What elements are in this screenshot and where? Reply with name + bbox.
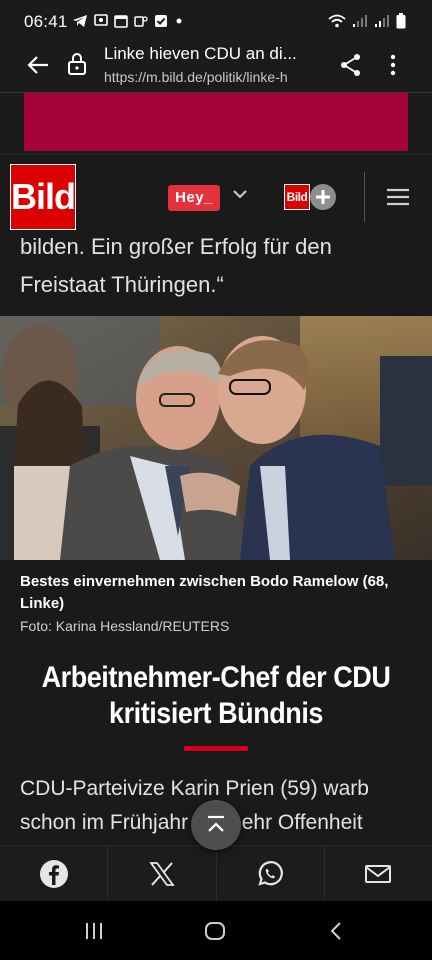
arrow-up-icon — [208, 815, 224, 832]
check-icon — [155, 15, 167, 27]
heading-underline — [184, 746, 248, 751]
signal-icon — [375, 15, 389, 27]
arrow-left-icon[interactable] — [26, 54, 50, 76]
whatsapp-icon — [258, 861, 284, 886]
screen-record-icon — [94, 14, 108, 26]
x-icon — [149, 862, 175, 886]
share-mail-button[interactable] — [325, 846, 432, 902]
page-title[interactable]: Linke hieven CDU an di... — [104, 44, 297, 64]
home-icon[interactable] — [204, 921, 226, 941]
share-icon[interactable] — [340, 53, 362, 77]
ad-banner[interactable] — [24, 93, 408, 151]
back-icon[interactable] — [328, 921, 344, 941]
share-bar — [0, 845, 432, 902]
share-x-button[interactable] — [108, 846, 217, 902]
battery-icon — [396, 13, 406, 29]
status-time: 06:41 — [24, 12, 68, 31]
bildplus-logo: Bild — [284, 184, 310, 210]
mail-icon — [365, 865, 392, 883]
share-facebook-button[interactable] — [0, 846, 109, 902]
photo-caption: Bestes einvernehmen zwischen Bodo Ramelo… — [20, 573, 389, 612]
signal-icon — [353, 15, 367, 27]
lock-icon[interactable] — [66, 52, 88, 76]
hamburger-menu-icon[interactable] — [386, 188, 410, 206]
header-divider — [364, 172, 365, 222]
url-text[interactable]: https://m.bild.de/politik/linke-h — [104, 69, 288, 85]
facebook-icon — [39, 860, 68, 888]
bildplus-button[interactable]: Bild — [284, 182, 340, 212]
system-icons — [328, 13, 406, 29]
recent-apps-icon[interactable] — [84, 922, 104, 940]
quote-text: bilden. Ein großer Erfolg für den Freist… — [20, 234, 332, 297]
hey-button[interactable]: Hey_ — [168, 185, 220, 211]
dot-icon — [176, 18, 182, 24]
teams-icon — [134, 16, 148, 27]
article-photo[interactable] — [0, 316, 432, 560]
plus-icon — [310, 184, 336, 210]
article-subheading: Arbeitnehmer-Chef der CDU kritisiert Bün… — [41, 661, 391, 730]
share-whatsapp-button[interactable] — [217, 846, 325, 902]
more-vertical-icon[interactable] — [389, 53, 397, 77]
bild-logo[interactable]: Bild — [10, 164, 76, 230]
photo-credit: Foto: Karina Hessland/REUTERS — [20, 618, 230, 634]
wifi-icon — [328, 14, 346, 28]
calendar-icon — [114, 15, 128, 28]
scroll-to-top-button[interactable] — [191, 800, 241, 850]
telegram-icon — [73, 15, 87, 27]
notification-icons — [72, 14, 184, 28]
chevron-down-icon[interactable] — [232, 188, 248, 200]
